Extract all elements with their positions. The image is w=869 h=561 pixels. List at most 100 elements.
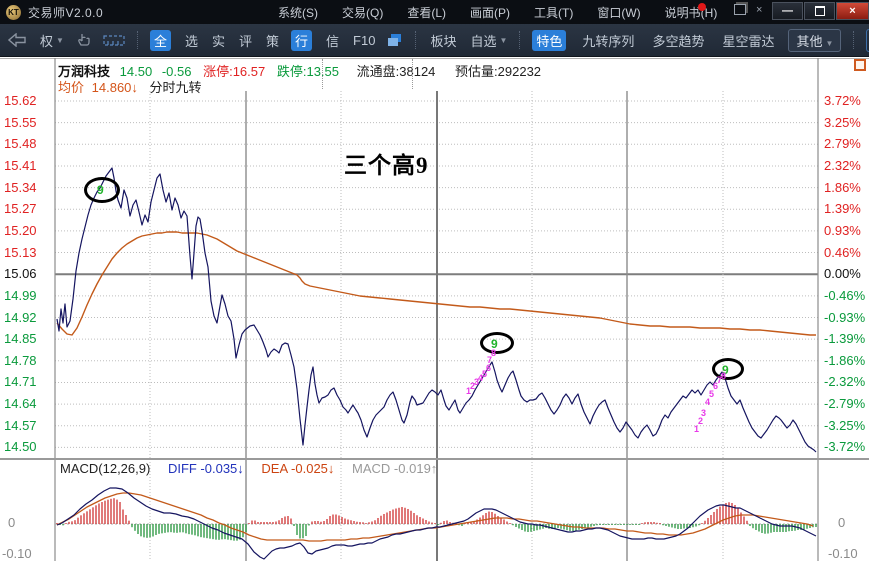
toolbar-separator: [853, 31, 854, 49]
menu-item-0[interactable]: 系统(S): [278, 4, 318, 21]
mode-label: 分时九转: [150, 80, 202, 95]
price-tick-label: 15.20: [4, 223, 37, 238]
percent-tick-label: -1.86%: [824, 353, 865, 368]
mdi-restore-icon[interactable]: [734, 4, 746, 15]
other-dropdown-button[interactable]: 其他▼: [788, 29, 841, 52]
mdi-close-icon[interactable]: ×: [756, 4, 762, 17]
featured-button[interactable]: 特色: [532, 30, 566, 51]
sequence-count-digit: 5: [709, 390, 714, 399]
intraday-chart-canvas[interactable]: [0, 57, 869, 561]
macd-scale-neg-left: -0.10: [2, 546, 32, 561]
menu-item-5[interactable]: 窗口(W): [597, 4, 640, 21]
ruler-icon[interactable]: [103, 34, 125, 47]
star-radar-button[interactable]: 星空雷达: [722, 31, 774, 50]
price-tick-label: 15.55: [4, 115, 37, 130]
price-tick-label: 14.85: [4, 331, 37, 346]
window-marker-icon[interactable]: [854, 59, 866, 71]
sequence-nine-marker: 9: [97, 184, 104, 196]
select-button[interactable]: 选: [185, 31, 198, 50]
percent-tick-label: 0.00%: [824, 266, 861, 281]
toolbar-separator: [137, 31, 138, 49]
toolbar-separator: [519, 31, 520, 49]
macd-scale-zero-right: 0: [838, 515, 845, 530]
percent-tick-label: 1.39%: [824, 201, 861, 216]
minimize-button[interactable]: —: [772, 2, 803, 20]
strategy-button[interactable]: 策: [266, 31, 279, 50]
sequence-count-digit: 2: [698, 417, 703, 426]
sequence-count-digit: 8: [491, 349, 496, 358]
sequence-count-digit: 3: [701, 409, 706, 418]
price-tick-label: 14.71: [4, 374, 37, 389]
hand-pointer-icon[interactable]: [76, 33, 91, 48]
menu-item-3[interactable]: 画面(P): [470, 4, 510, 21]
percent-tick-label: 2.79%: [824, 136, 861, 151]
menu-item-2[interactable]: 查看(L): [407, 4, 446, 21]
percent-tick-label: -3.25%: [824, 418, 865, 433]
price-tick-label: 14.78: [4, 353, 37, 368]
price-tick-label: 15.27: [4, 201, 37, 216]
avg-price-label: 均价: [58, 80, 84, 95]
avg-price-row: 均价 14.860↓ 分时九转: [58, 77, 202, 96]
sequence-count-digit: 8: [721, 372, 726, 381]
sector-button[interactable]: 板块: [430, 31, 456, 50]
layers-icon[interactable]: [387, 33, 403, 47]
toolbar: 权 ▼ 全 选 实 评 策 行 信 F10 板块 自选 ▼ 特色 九转序列 多空…: [0, 24, 869, 57]
percent-tick-label: -0.46%: [824, 288, 865, 303]
estimated-volume: 预估量:292232: [455, 64, 541, 79]
price-tick-label: 14.64: [4, 396, 37, 411]
macd-params: MACD(12,26,9): [60, 461, 150, 476]
quotes-button[interactable]: 行: [291, 30, 312, 51]
menu-item-4[interactable]: 工具(T): [534, 4, 573, 21]
long-short-trend-button[interactable]: 多空趋势: [652, 31, 704, 50]
price-tick-label: 15.34: [4, 180, 37, 195]
limit-down-value: 跌停:13.55: [277, 64, 339, 79]
percent-tick-label: -1.39%: [824, 331, 865, 346]
app-logo-icon: KT: [6, 5, 21, 20]
title-bar: KT 交易师V2.0.0 系统(S) 交易(Q) 查看(L) 画面(P) 工具(T) 窗口…: [0, 0, 869, 24]
macd-header: MACD(12,26,9) DIFF -0.035↓ DEA -0.025↓ M…: [60, 461, 451, 476]
price-tick-label: 14.99: [4, 288, 37, 303]
notification-dot-icon: [698, 3, 706, 11]
realtime-button[interactable]: 实: [212, 31, 225, 50]
macd-dea-value: DEA -0.025↓: [261, 461, 334, 476]
rights-button[interactable]: 权: [40, 31, 53, 50]
news-button[interactable]: 信: [326, 31, 339, 50]
percent-tick-label: -3.72%: [824, 439, 865, 454]
percent-tick-label: 0.93%: [824, 223, 861, 238]
sequence-count-digit: 6: [486, 364, 491, 373]
info-separator: [412, 59, 413, 89]
sequence-count-digit: 1: [694, 425, 699, 434]
close-button[interactable]: ×: [836, 2, 869, 20]
avg-price-value: 14.860↓: [92, 80, 138, 95]
limit-up-value: 涨停:16.57: [203, 64, 265, 79]
macd-diff-value: DIFF -0.035↓: [168, 461, 244, 476]
nine-turn-sequence-button[interactable]: 九转序列: [582, 31, 634, 50]
review-button[interactable]: 评: [239, 31, 252, 50]
price-tick-label: 15.13: [4, 245, 37, 260]
annotation-text: 三个高9: [344, 146, 429, 180]
percent-tick-label: 3.72%: [824, 93, 861, 108]
maximize-button[interactable]: [804, 2, 835, 20]
watchlist-button[interactable]: 自选: [470, 31, 496, 50]
other-label: 其他: [796, 34, 822, 49]
back-arrow-icon[interactable]: [8, 33, 26, 47]
all-markets-button[interactable]: 全: [150, 30, 171, 51]
info-separator: [322, 59, 323, 89]
percent-tick-label: 2.32%: [824, 158, 861, 173]
chevron-down-icon[interactable]: ▼: [56, 36, 64, 45]
price-tick-label: 14.92: [4, 310, 37, 325]
menu-item-1[interactable]: 交易(Q): [342, 4, 383, 21]
toolbar-separator: [415, 31, 416, 49]
macd-scale-neg-right: -0.10: [828, 546, 858, 561]
app-title: 交易师V2.0.0: [28, 4, 103, 21]
menu-item-6[interactable]: 说明书(H): [665, 4, 718, 21]
float-shares: 流通盘:38124: [357, 64, 436, 79]
f10-button[interactable]: F10: [353, 33, 375, 48]
chevron-down-icon[interactable]: ▼: [499, 36, 507, 45]
menu-bar: 系统(S) 交易(Q) 查看(L) 画面(P) 工具(T) 窗口(W) 说明书(H): [278, 0, 717, 24]
chart-region: 万润科技 14.50 -0.56 涨停:16.57 跌停:13.55 流通盘:3…: [0, 57, 869, 561]
percent-tick-label: 3.25%: [824, 115, 861, 130]
percent-tick-label: -2.79%: [824, 396, 865, 411]
price-tick-label: 14.50: [4, 439, 37, 454]
percent-tick-label: -0.93%: [824, 310, 865, 325]
